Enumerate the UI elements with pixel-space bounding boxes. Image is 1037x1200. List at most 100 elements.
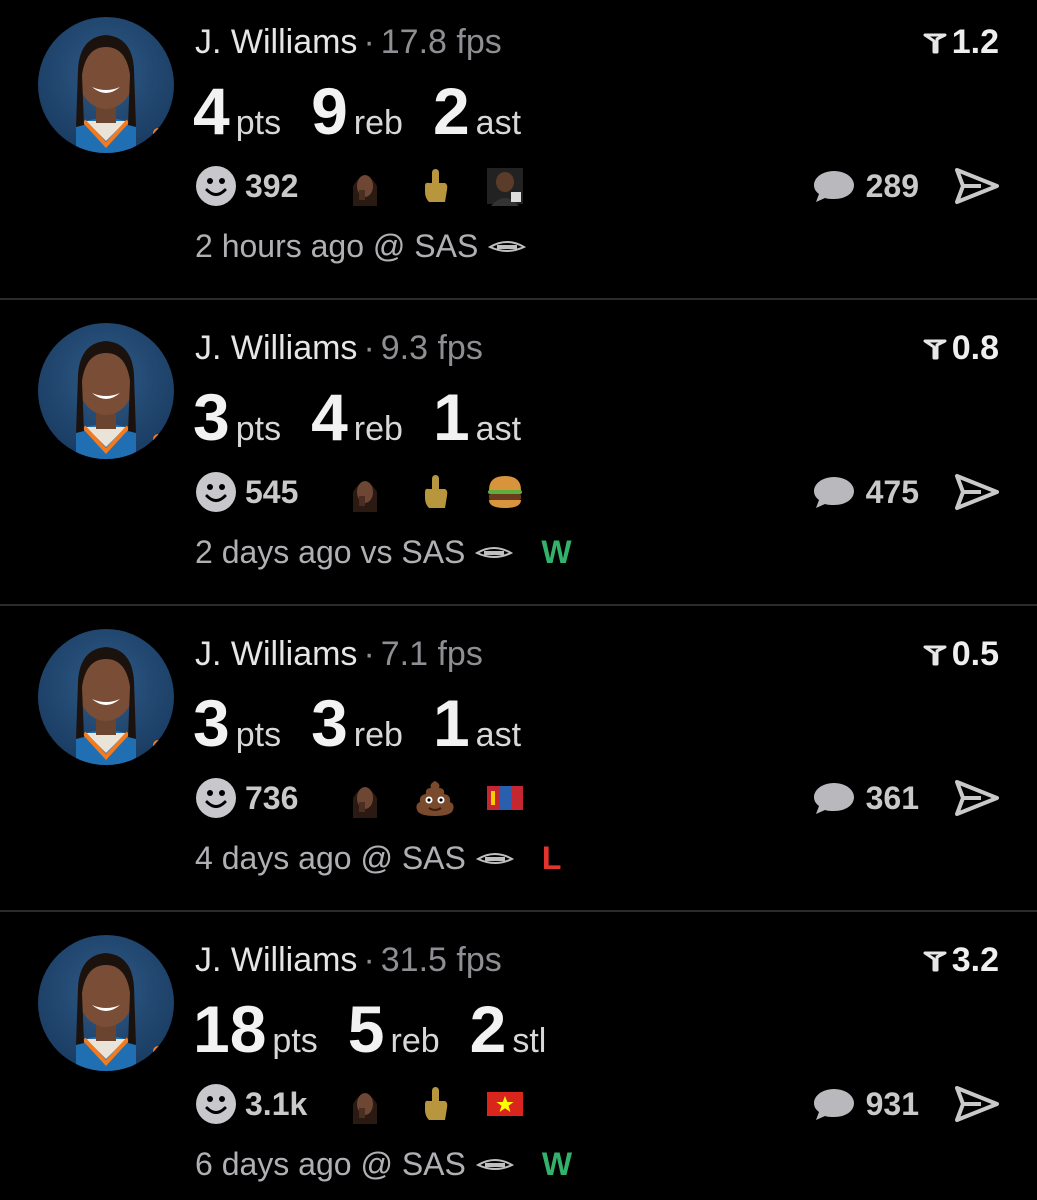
add-reaction-icon[interactable] bbox=[195, 1083, 237, 1125]
post-title: J. Williams · 17.8 fps bbox=[195, 22, 502, 62]
share-icon[interactable] bbox=[955, 167, 999, 205]
rating-arrow-icon bbox=[923, 645, 947, 666]
comment-icon[interactable] bbox=[812, 780, 856, 816]
comments-row[interactable]: 289 bbox=[812, 164, 999, 208]
rating-arrow-icon bbox=[923, 339, 947, 360]
player-post-card[interactable]: J. Williams · 17.8 fps 1.2 4 pts 9 reb 2 ast … bbox=[0, 0, 1037, 306]
avatar-image bbox=[76, 647, 174, 765]
stat-line: 4 pts 9 reb 2 ast bbox=[193, 72, 551, 150]
comment-icon[interactable] bbox=[812, 474, 856, 510]
game-meta: 2 days ago vs SAS W bbox=[195, 534, 572, 571]
player-name[interactable]: J. Williams bbox=[195, 23, 357, 61]
person-face-emoji[interactable] bbox=[345, 472, 385, 512]
rating-value: 3.2 bbox=[951, 941, 999, 979]
fps-value: 17.8 fps bbox=[380, 23, 502, 61]
reactions-row[interactable]: 545 bbox=[195, 470, 555, 514]
points-label: pts bbox=[235, 410, 282, 448]
burger-emoji[interactable] bbox=[485, 472, 525, 512]
person-photo-emoji[interactable] bbox=[485, 166, 525, 206]
game-meta: 4 days ago @ SAS L bbox=[195, 840, 561, 877]
rating-badge: 0.8 bbox=[922, 328, 999, 368]
post-title: J. Williams · 9.3 fps bbox=[195, 328, 483, 368]
game-result: W bbox=[541, 534, 572, 570]
rating-value: 0.8 bbox=[951, 329, 999, 367]
points-label: pts bbox=[272, 1022, 318, 1060]
separator-dot: · bbox=[363, 23, 375, 61]
middle-finger-emoji[interactable] bbox=[415, 166, 455, 206]
spurs-logo-icon bbox=[475, 852, 514, 864]
player-avatar[interactable] bbox=[38, 17, 174, 153]
rebounds-value: 3 bbox=[311, 686, 348, 760]
game-time-opponent: 6 days ago @ SAS bbox=[195, 1146, 466, 1182]
player-name[interactable]: J. Williams bbox=[195, 329, 357, 367]
player-name[interactable]: J. Williams bbox=[195, 635, 357, 673]
post-title: J. Williams · 31.5 fps bbox=[195, 940, 502, 980]
spurs-logo-icon bbox=[475, 1158, 514, 1170]
game-time-opponent: 2 days ago vs SAS bbox=[195, 534, 466, 570]
rating-value: 1.2 bbox=[951, 23, 999, 61]
post-title: J. Williams · 7.1 fps bbox=[195, 634, 483, 674]
add-reaction-icon[interactable] bbox=[195, 471, 237, 513]
rating-badge: 3.2 bbox=[922, 940, 999, 980]
game-time-opponent: 4 days ago @ SAS bbox=[195, 840, 466, 876]
poop-emoji[interactable] bbox=[415, 778, 455, 818]
card-divider bbox=[0, 298, 1037, 300]
player-post-card[interactable]: J. Williams · 7.1 fps 0.5 3 pts 3 reb 1 ast 7… bbox=[0, 612, 1037, 918]
comment-icon[interactable] bbox=[812, 1086, 856, 1122]
comments-row[interactable]: 475 bbox=[812, 470, 999, 514]
player-avatar[interactable] bbox=[38, 629, 174, 765]
rating-arrow-icon bbox=[923, 951, 947, 972]
middle-finger-emoji[interactable] bbox=[415, 472, 455, 512]
player-feed: J. Williams · 17.8 fps 1.2 4 pts 9 reb 2 ast … bbox=[0, 0, 1037, 1200]
reaction-count: 545 bbox=[245, 473, 299, 510]
add-reaction-icon[interactable] bbox=[195, 165, 237, 207]
person-face-emoji[interactable] bbox=[345, 166, 385, 206]
assists-label: ast bbox=[475, 410, 522, 448]
comment-count: 361 bbox=[865, 779, 919, 816]
comments-row[interactable]: 931 bbox=[812, 1082, 999, 1126]
game-meta: 2 hours ago @ SAS bbox=[195, 228, 554, 265]
assists-value: 2 bbox=[432, 74, 470, 148]
game-meta: 6 days ago @ SAS W bbox=[195, 1146, 572, 1183]
assists-value: 1 bbox=[432, 380, 470, 454]
player-post-card[interactable]: J. Williams · 9.3 fps 0.8 3 pts 4 reb 1 ast 5… bbox=[0, 306, 1037, 612]
stat-line: 3 pts 3 reb 1 ast bbox=[193, 684, 551, 762]
reaction-count: 392 bbox=[245, 167, 299, 204]
points-label: pts bbox=[235, 104, 282, 142]
comments-row[interactable]: 361 bbox=[812, 776, 999, 820]
rebounds-value: 9 bbox=[311, 74, 348, 148]
player-avatar[interactable] bbox=[38, 323, 174, 459]
rebounds-value: 4 bbox=[311, 380, 348, 454]
card-divider bbox=[0, 910, 1037, 912]
comment-count: 475 bbox=[865, 473, 919, 510]
stat-line: 3 pts 4 reb 1 ast bbox=[193, 378, 551, 456]
steals-value: 2 bbox=[469, 992, 507, 1066]
reactions-row[interactable]: 736 bbox=[195, 776, 555, 820]
separator-dot: · bbox=[363, 635, 375, 673]
add-reaction-icon[interactable] bbox=[195, 777, 237, 819]
vietnam-flag-emoji[interactable] bbox=[485, 1084, 525, 1124]
player-name[interactable]: J. Williams bbox=[195, 941, 357, 979]
person-face-emoji[interactable] bbox=[345, 1084, 385, 1124]
player-post-card[interactable]: J. Williams · 31.5 fps 3.2 18 pts 5 reb 2 stl… bbox=[0, 918, 1037, 1200]
player-avatar[interactable] bbox=[38, 935, 174, 1071]
share-icon[interactable] bbox=[955, 779, 999, 817]
stat-line: 18 pts 5 reb 2 stl bbox=[193, 990, 576, 1068]
points-value: 3 bbox=[193, 380, 230, 454]
avatar-image bbox=[76, 341, 174, 459]
points-value: 4 bbox=[193, 74, 230, 148]
mongolia-flag-emoji[interactable] bbox=[485, 778, 525, 818]
person-face-emoji[interactable] bbox=[345, 778, 385, 818]
assists-label: ast bbox=[475, 716, 522, 754]
reactions-row[interactable]: 392 bbox=[195, 164, 555, 208]
share-icon[interactable] bbox=[955, 473, 999, 511]
share-icon[interactable] bbox=[955, 1085, 999, 1123]
reactions-row[interactable]: 3.1k bbox=[195, 1082, 555, 1126]
middle-finger-emoji[interactable] bbox=[415, 1084, 455, 1124]
rating-arrow-icon bbox=[923, 33, 947, 54]
comment-icon[interactable] bbox=[812, 168, 856, 204]
assists-label: ast bbox=[475, 104, 522, 142]
rating-badge: 1.2 bbox=[922, 22, 999, 62]
rebounds-label: reb bbox=[353, 410, 403, 448]
spurs-logo-icon bbox=[475, 546, 514, 558]
